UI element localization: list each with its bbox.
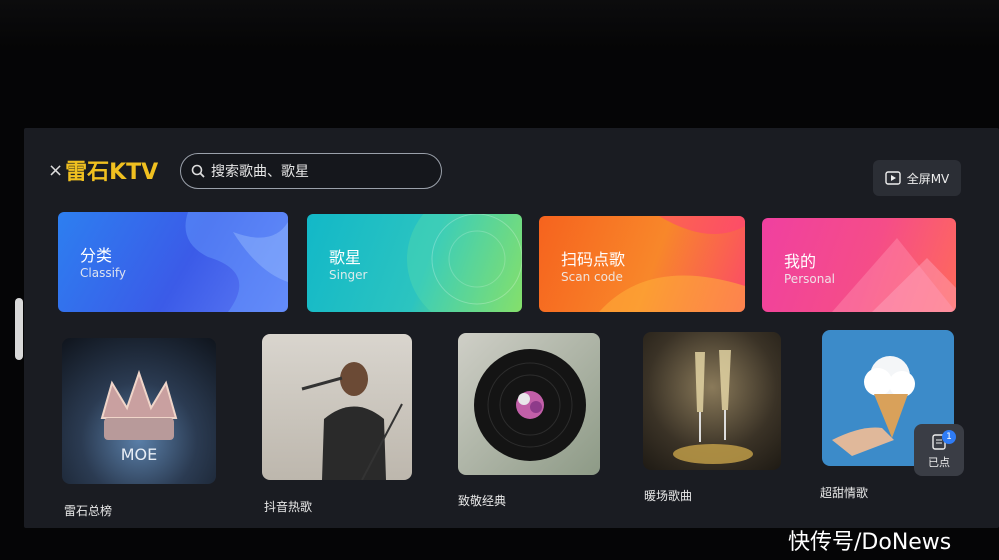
tv-bezel	[0, 0, 999, 48]
crown-image: MOE	[100, 369, 178, 464]
playlist-label: 抖音热歌	[264, 500, 313, 514]
playlist-thumb-warmup[interactable]	[643, 332, 781, 470]
search-input[interactable]: 搜索歌曲、歌星	[180, 153, 442, 189]
champagne-image	[673, 350, 753, 464]
vinyl-record-image	[474, 349, 586, 461]
selected-count-badge: 1	[942, 430, 956, 444]
logo-prefix: ×	[48, 159, 64, 181]
app-logo: × 雷石KTV	[48, 150, 158, 190]
svg-text:MOE: MOE	[121, 445, 158, 464]
side-scrollbar[interactable]	[15, 298, 23, 360]
category-subtitle: Personal	[784, 272, 836, 286]
category-subtitle: Classify	[80, 266, 127, 280]
category-card-personal[interactable]: 我的 Personal	[762, 218, 956, 312]
search-placeholder: 搜索歌曲、歌星	[211, 164, 309, 180]
playlist-label: 雷石总榜	[64, 504, 113, 518]
category-card-singer[interactable]: 歌星 Singer	[307, 214, 522, 312]
play-icon	[885, 171, 901, 185]
singer-image	[301, 362, 403, 480]
category-subtitle: Scan code	[561, 270, 623, 284]
playlist-thumb-classics[interactable]	[458, 333, 600, 475]
fullscreen-mv-label: 全屏MV	[906, 171, 950, 186]
fullscreen-mv-button[interactable]: 全屏MV	[873, 160, 961, 196]
category-title: 分类	[80, 246, 113, 265]
playlist-label: 超甜情歌	[820, 486, 869, 500]
category-title: 歌星	[329, 248, 362, 267]
watermark: 快传号/DoNews	[788, 530, 952, 555]
category-title: 我的	[784, 252, 817, 271]
logo-text: 雷石KTV	[65, 160, 159, 185]
category-subtitle: Singer	[329, 268, 368, 282]
search-icon	[191, 164, 205, 178]
playlist-label: 暖场歌曲	[644, 489, 693, 503]
selected-label: 已点	[928, 456, 950, 469]
category-card-scan-code[interactable]: 扫码点歌 Scan code	[539, 216, 745, 312]
playlist-thumb-chart[interactable]: MOE	[62, 338, 216, 484]
category-title: 扫码点歌	[561, 250, 626, 269]
playlist-label: 致敬经典	[458, 494, 507, 508]
category-card-classify[interactable]: 分类 Classify	[58, 212, 288, 312]
selected-songs-button[interactable]: 1 已点	[914, 424, 964, 476]
playlist-thumb-douyin[interactable]	[262, 334, 412, 480]
